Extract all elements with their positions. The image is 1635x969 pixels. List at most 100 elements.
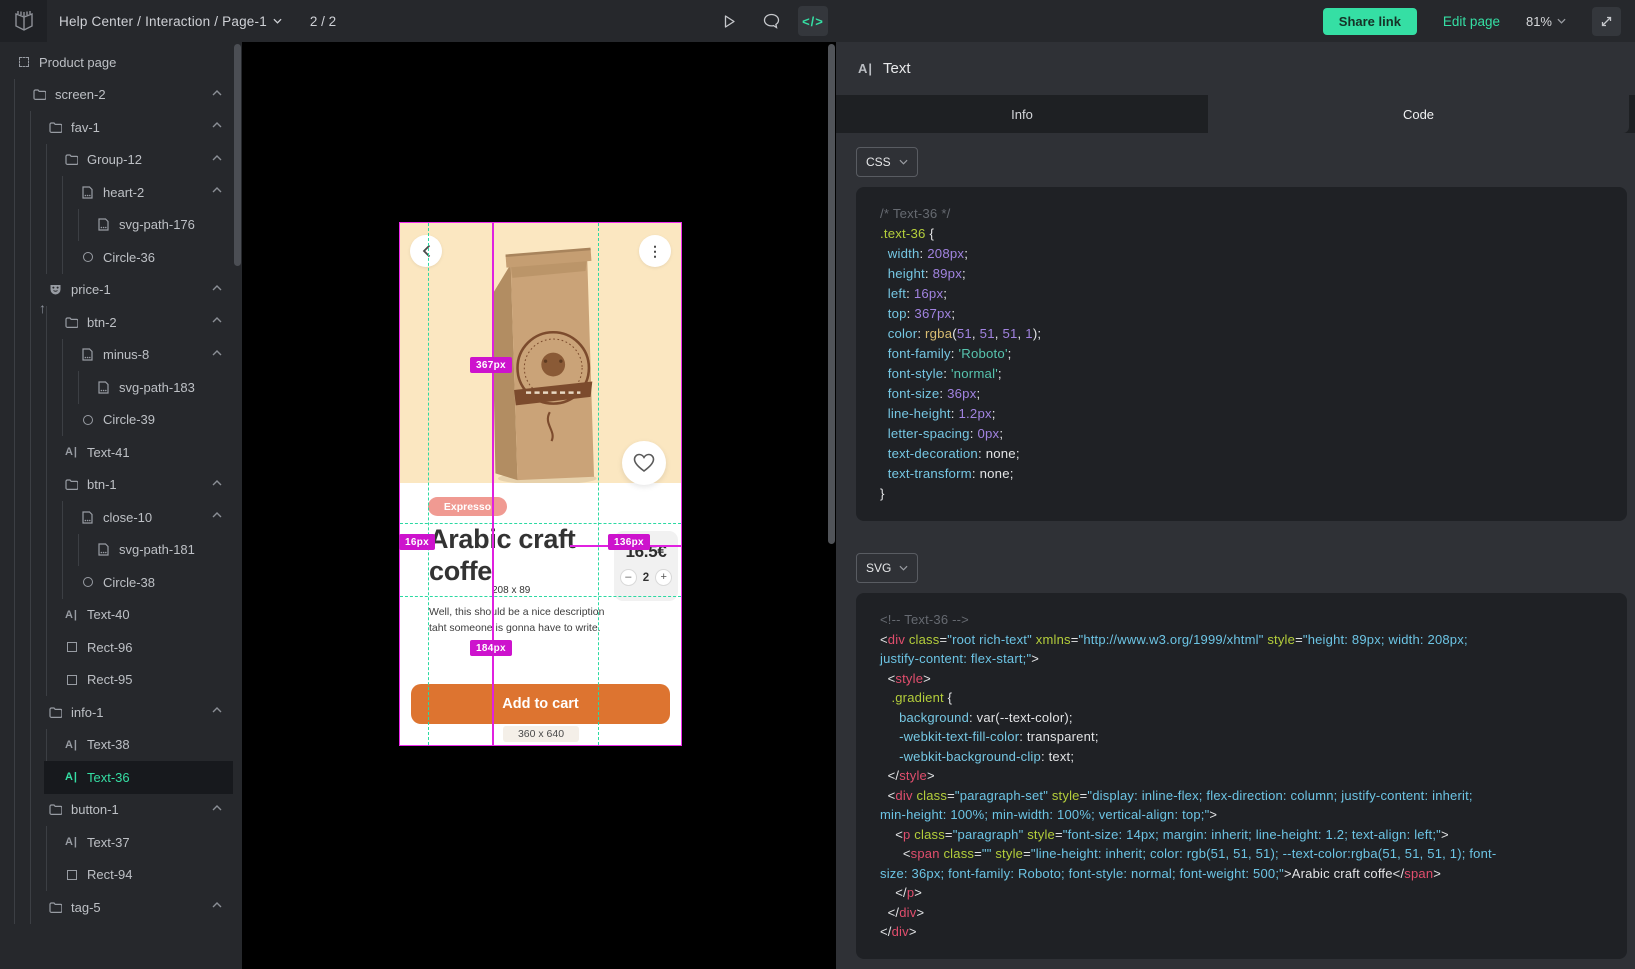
- svg-format-dropdown[interactable]: SVG: [856, 553, 918, 583]
- breadcrumb[interactable]: Help Center / Interaction / Page-1: [59, 14, 282, 29]
- layer-row-text-37[interactable]: A|Text-37: [0, 826, 234, 859]
- layer-row-close-10[interactable]: close-10: [0, 501, 234, 534]
- layer-row-circle-36[interactable]: Circle-36: [0, 241, 234, 274]
- indent-guide: [30, 696, 46, 729]
- layer-row-rect-96[interactable]: Rect-96: [0, 631, 234, 664]
- arrow-up-icon: ↑: [39, 300, 46, 316]
- layer-row-circle-39[interactable]: Circle-39: [0, 404, 234, 437]
- add-to-cart-button[interactable]: Add to cart: [411, 684, 670, 724]
- layer-row-tag-5[interactable]: tag-5: [0, 891, 234, 924]
- comment-button[interactable]: [756, 6, 786, 36]
- tab-info[interactable]: Info: [836, 95, 1208, 133]
- chevron-up-icon[interactable]: [212, 285, 222, 291]
- guide-line: [400, 523, 681, 524]
- layer-row-text-41[interactable]: A|Text-41: [0, 436, 234, 469]
- chevron-up-icon[interactable]: [212, 90, 222, 96]
- canvas-scrollbar[interactable]: [828, 44, 835, 544]
- plus-button[interactable]: +: [655, 569, 672, 586]
- indent-guide: [46, 144, 62, 177]
- app-logo[interactable]: [0, 0, 47, 42]
- zoom-control[interactable]: 81%: [1526, 14, 1566, 29]
- layer-row-screen-2[interactable]: screen-2: [0, 79, 234, 112]
- layer-row-heart-2[interactable]: heart-2: [0, 176, 234, 209]
- layer-row-text-36[interactable]: A|Text-36: [0, 761, 234, 794]
- layer-label: heart-2: [103, 185, 144, 200]
- layer-row-circle-38[interactable]: Circle-38: [0, 566, 234, 599]
- layer-label: Circle-36: [103, 250, 155, 265]
- layer-row-svg-path-183[interactable]: svg-path-183: [0, 371, 234, 404]
- code-line: font-size: 36px;: [880, 384, 1627, 404]
- chevron-up-icon[interactable]: [212, 902, 222, 908]
- svgfile-icon: [80, 185, 95, 200]
- svg-code-block[interactable]: <!-- Text-36 --><div class="root rich-te…: [856, 593, 1627, 959]
- layer-row-price-1[interactable]: price-1: [0, 274, 234, 307]
- code-line: left: 16px;: [880, 284, 1627, 304]
- chevron-down-icon: [1557, 18, 1566, 24]
- layer-row-rect-95[interactable]: Rect-95: [0, 664, 234, 697]
- layer-row-btn-1[interactable]: btn-1: [0, 469, 234, 502]
- mockup-product-screen[interactable]: ⋮ Expresso Arabic craft coffe 208 x 89 1…: [400, 223, 681, 745]
- minus-button[interactable]: –: [620, 569, 637, 586]
- chevron-up-icon[interactable]: [212, 512, 222, 518]
- chevron-up-icon[interactable]: [212, 805, 222, 811]
- chevron-up-icon[interactable]: [212, 122, 222, 128]
- layer-row-svg-path-176[interactable]: svg-path-176: [0, 209, 234, 242]
- code-icon: </>: [802, 14, 824, 29]
- indent-guide: [14, 729, 30, 762]
- layer-row-group-12[interactable]: Group-12: [0, 144, 234, 177]
- chevron-up-icon[interactable]: [212, 707, 222, 713]
- layer-row-rect-94[interactable]: Rect-94: [0, 859, 234, 892]
- text-icon: A|: [64, 445, 79, 460]
- code-line: min-height: 100%; min-width: 100%; verti…: [880, 805, 1627, 825]
- layer-row-fav-1[interactable]: fav-1: [0, 111, 234, 144]
- text-icon: A|: [64, 607, 79, 622]
- indent-guide: [62, 241, 78, 274]
- share-link-button[interactable]: Share link: [1323, 8, 1417, 35]
- layer-label: Circle-39: [103, 412, 155, 427]
- sidebar-scrollbar[interactable]: [234, 44, 241, 266]
- category-tag[interactable]: Expresso: [428, 497, 507, 516]
- indent-guide: [14, 859, 30, 892]
- fullscreen-button[interactable]: [1592, 7, 1621, 36]
- chevron-up-icon[interactable]: [212, 350, 222, 356]
- rect-icon: [64, 640, 79, 655]
- indent-guide: [14, 176, 30, 209]
- layer-row-btn-2[interactable]: btn-2: [0, 306, 234, 339]
- indent-guide: [30, 729, 46, 762]
- layer-row-button-1[interactable]: button-1: [0, 794, 234, 827]
- tab-code[interactable]: Code: [1208, 95, 1629, 133]
- edit-page-link[interactable]: Edit page: [1443, 14, 1500, 29]
- favorite-button[interactable]: [622, 441, 666, 485]
- indent-guide: [46, 404, 62, 437]
- indent-guide: [14, 664, 30, 697]
- css-code-block[interactable]: /* Text-36 */.text-36 { width: 208px; he…: [856, 187, 1627, 521]
- chevron-up-icon[interactable]: [212, 317, 222, 323]
- code-line: <span class="" style="line-height: inher…: [880, 844, 1627, 864]
- layer-row-svg-path-181[interactable]: svg-path-181: [0, 534, 234, 567]
- layer-row-text-40[interactable]: A|Text-40: [0, 599, 234, 632]
- back-button[interactable]: [410, 235, 442, 267]
- code-line: text-transform: none;: [880, 464, 1627, 484]
- play-button[interactable]: [714, 6, 744, 36]
- indent-guide: [46, 631, 62, 664]
- more-menu-button[interactable]: ⋮: [639, 235, 671, 267]
- layer-row-minus-8[interactable]: minus-8: [0, 339, 234, 372]
- code-panel-button[interactable]: </>: [798, 6, 828, 36]
- indent-guide: [14, 241, 30, 274]
- chevron-down-icon: [899, 565, 908, 571]
- layer-label: svg-path-176: [119, 217, 195, 232]
- indent-guide: [14, 566, 30, 599]
- layer-row-product-page[interactable]: Product page: [0, 46, 234, 79]
- chevron-up-icon[interactable]: [212, 480, 222, 486]
- layer-row-info-1[interactable]: info-1: [0, 696, 234, 729]
- indent-guide: [78, 534, 94, 567]
- canvas[interactable]: ⋮ Expresso Arabic craft coffe 208 x 89 1…: [242, 42, 836, 969]
- chevron-up-icon[interactable]: [212, 187, 222, 193]
- layer-label: close-10: [103, 510, 152, 525]
- quantity-stepper: – 2 +: [614, 569, 678, 586]
- chevron-up-icon[interactable]: [212, 155, 222, 161]
- svgfile-icon: [80, 510, 95, 525]
- layer-row-text-38[interactable]: A|Text-38: [0, 729, 234, 762]
- css-format-dropdown[interactable]: CSS: [856, 147, 918, 177]
- indent-guide: [14, 501, 30, 534]
